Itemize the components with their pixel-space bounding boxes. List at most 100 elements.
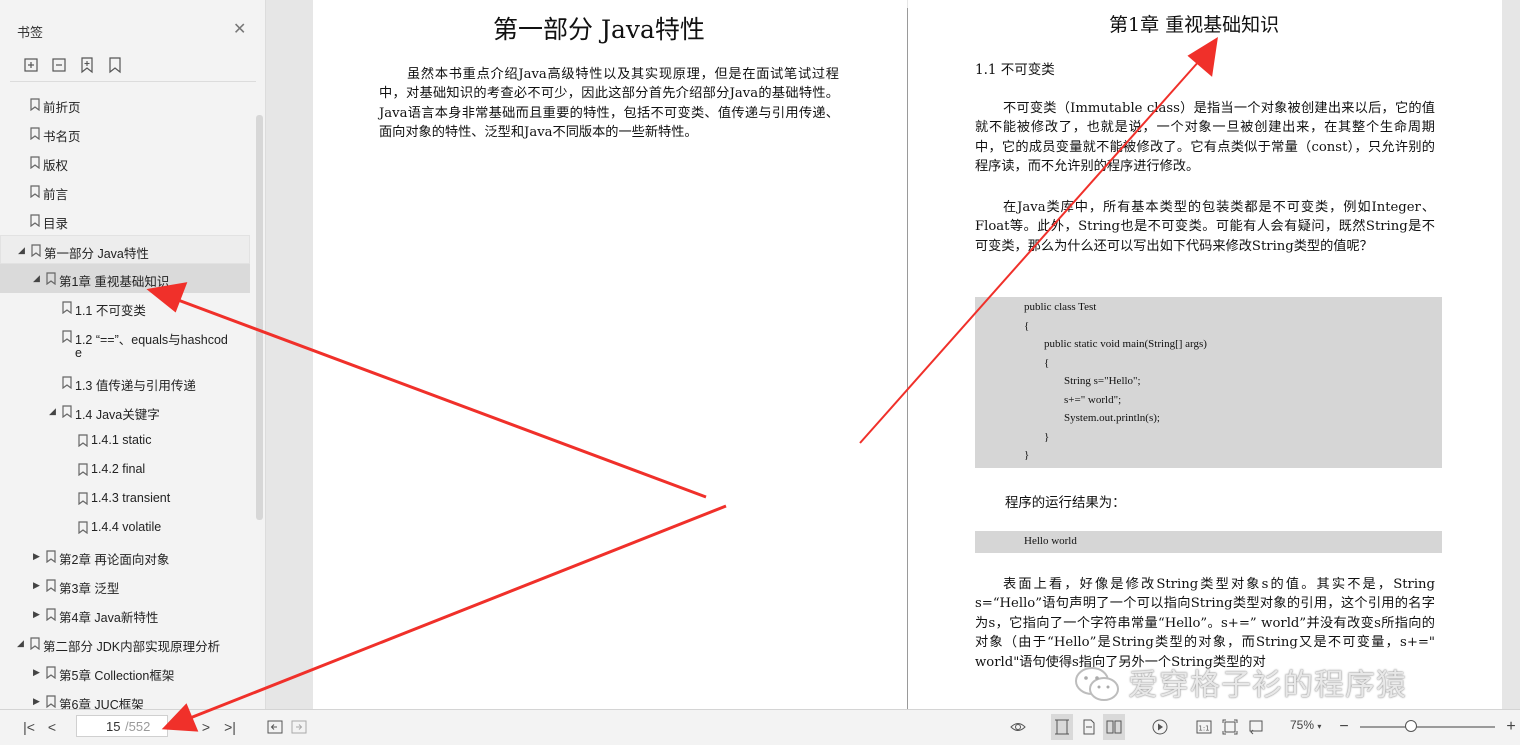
- bookmark-item[interactable]: 书名页: [0, 119, 250, 148]
- single-page-view-icon[interactable]: [1053, 718, 1071, 736]
- bookmark-label: 1.4.2 final: [91, 462, 146, 476]
- page-number-input[interactable]: 15 /552: [76, 715, 168, 737]
- eye-care-icon[interactable]: [1009, 718, 1027, 736]
- collapsed-arrow-icon[interactable]: ▶: [33, 696, 40, 707]
- bookmark-icon: [46, 272, 56, 285]
- part-heading: 第一部分 Java特性: [493, 15, 705, 44]
- bookmark-item[interactable]: ▶ 第5章 Collection框架: [0, 658, 250, 687]
- paragraph-string-explanation: 表面上看，好像是修改String类型对象s的值。其实不是，String s=“H…: [975, 577, 1435, 670]
- bookmark-label: 前折页: [43, 101, 81, 115]
- zoom-slider[interactable]: [1360, 726, 1495, 728]
- zoom-level-dropdown[interactable]: 75% ▾: [1290, 718, 1321, 732]
- bookmark-item[interactable]: 1.4.3 transient: [0, 484, 250, 513]
- svg-text:1:1: 1:1: [1198, 725, 1209, 733]
- forward-icon[interactable]: [290, 718, 308, 736]
- watermark-text: 爱穿格子衫的程序猿: [1128, 668, 1407, 703]
- bookmark-label: 1.1 不可变类: [75, 304, 146, 318]
- back-icon[interactable]: [266, 718, 284, 736]
- expand-all-icon[interactable]: [22, 56, 40, 74]
- bookmark-item[interactable]: 1.4.1 static: [0, 426, 250, 455]
- play-icon[interactable]: [1151, 718, 1169, 736]
- bookmark-item[interactable]: 目录: [0, 206, 250, 235]
- code-line: }: [1024, 449, 1030, 461]
- collapsed-arrow-icon[interactable]: ▶: [33, 580, 40, 591]
- bookmark-scrollbar[interactable]: [256, 115, 263, 520]
- bookmark-item[interactable]: 前折页: [0, 90, 250, 119]
- current-page: 15: [106, 719, 121, 734]
- bookmark-item[interactable]: 版权: [0, 148, 250, 177]
- bookmark-item[interactable]: ◢ 第二部分 JDK内部实现原理分析: [0, 629, 250, 658]
- bookmark-item[interactable]: 1.1 不可变类: [0, 293, 250, 322]
- bookmark-item[interactable]: 1.4.2 final: [0, 455, 250, 484]
- bookmark-icon: [62, 301, 72, 314]
- bookmark-item[interactable]: ▶ 第4章 Java新特性: [0, 600, 250, 629]
- bookmark-icon: [30, 98, 40, 111]
- bookmark-list-icon[interactable]: [106, 56, 124, 74]
- code-line: public static void main(String[] args): [1044, 338, 1207, 350]
- zoom-slider-knob[interactable]: [1405, 720, 1417, 732]
- first-page-icon[interactable]: |<: [20, 718, 38, 736]
- bookmark-label: 第6章 JUC框架: [59, 698, 144, 709]
- bookmark-item[interactable]: 前言: [0, 177, 250, 206]
- bookmark-item[interactable]: 1.2 “==”、equals与hashcod e: [0, 322, 250, 368]
- bookmark-label: 第1章 重视基础知识: [59, 275, 170, 289]
- code-line: {: [1044, 357, 1050, 369]
- bookmark-label: 第2章 再论面向对象: [59, 553, 170, 567]
- double-page-view-icon[interactable]: [1105, 718, 1123, 736]
- bookmark-icon: [78, 521, 88, 534]
- zoom-in-icon[interactable]: +: [1503, 718, 1519, 736]
- code-line: System.out.println(s);: [1064, 412, 1160, 424]
- expanded-arrow-icon[interactable]: ◢: [18, 245, 25, 256]
- rotate-icon[interactable]: [1247, 718, 1265, 736]
- bookmark-label: 1.4 Java关键字: [75, 408, 160, 422]
- document-viewport[interactable]: 第一部分 Java特性 虽然本书重点介绍Java高级特性以及其实现原理，但是在面…: [267, 0, 1520, 709]
- actual-size-icon[interactable]: 1:1: [1195, 718, 1213, 736]
- bookmark-label: 第5章 Collection框架: [59, 669, 175, 683]
- bookmark-label: 目录: [43, 217, 69, 231]
- bookmark-icon: [30, 214, 40, 227]
- collapsed-arrow-icon[interactable]: ▶: [33, 551, 40, 562]
- expanded-arrow-icon[interactable]: ◢: [17, 638, 24, 649]
- left-page: 第一部分 Java特性 虽然本书重点介绍Java高级特性以及其实现原理，但是在面…: [313, 0, 907, 709]
- bookmark-icon: [78, 492, 88, 505]
- last-page-icon[interactable]: >|: [221, 718, 239, 736]
- bookmark-icon: [31, 244, 41, 257]
- bookmark-item[interactable]: ▶ 第6章 JUC框架: [0, 687, 250, 709]
- bookmark-item[interactable]: 1.4.4 volatile: [0, 513, 250, 542]
- collapsed-arrow-icon[interactable]: ▶: [33, 609, 40, 620]
- bookmark-item[interactable]: 1.3 值传递与引用传递: [0, 368, 250, 397]
- total-pages: /552: [125, 719, 151, 734]
- bookmark-panel-header: 书签 ✕: [0, 0, 266, 46]
- bookmark-label: 第3章 泛型: [59, 582, 120, 596]
- bookmark-label: 1.4.3 transient: [91, 491, 171, 505]
- bookmark-item[interactable]: ▶ 第2章 再论面向对象: [0, 542, 250, 571]
- bookmark-icon: [30, 185, 40, 198]
- zoom-level: 75%: [1290, 718, 1315, 732]
- next-page-icon[interactable]: >: [197, 718, 215, 736]
- bookmark-item[interactable]: ◢ 1.4 Java关键字: [0, 397, 250, 426]
- bookmark-item[interactable]: ◢ 第1章 重视基础知识: [0, 264, 250, 293]
- bookmark-label: 前言: [43, 188, 69, 202]
- expanded-arrow-icon[interactable]: ◢: [33, 273, 40, 284]
- bookmark-item[interactable]: ▶ 第3章 泛型: [0, 571, 250, 600]
- bookmark-icon: [62, 376, 72, 389]
- collapsed-arrow-icon[interactable]: ▶: [33, 667, 40, 678]
- zoom-out-icon[interactable]: −: [1335, 718, 1353, 736]
- bookmark-label: 1.3 值传递与引用传递: [75, 379, 196, 393]
- wechat-logo-icon: [1075, 667, 1119, 701]
- add-bookmark-icon[interactable]: [78, 56, 96, 74]
- expanded-arrow-icon[interactable]: ◢: [49, 406, 56, 417]
- bookmark-icon: [46, 608, 56, 621]
- bookmark-label: 第二部分 JDK内部实现原理分析: [43, 640, 221, 654]
- paragraph-immutable-class: 不可变类（Immutable class）是指当一个对象被创建出来以后，它的值就…: [975, 101, 1435, 175]
- bookmark-item[interactable]: ◢ 第一部分 Java特性: [0, 235, 250, 264]
- collapse-all-icon[interactable]: [50, 56, 68, 74]
- bookmark-label: 书名页: [43, 130, 81, 144]
- output-line: Hello world: [1024, 535, 1077, 547]
- bookmark-icon: [62, 330, 72, 343]
- fit-page-icon[interactable]: [1221, 718, 1239, 736]
- bookmark-icon: [78, 434, 88, 447]
- continuous-view-icon[interactable]: [1080, 718, 1098, 736]
- close-icon[interactable]: ✕: [233, 22, 246, 38]
- prev-page-icon[interactable]: <: [43, 718, 61, 736]
